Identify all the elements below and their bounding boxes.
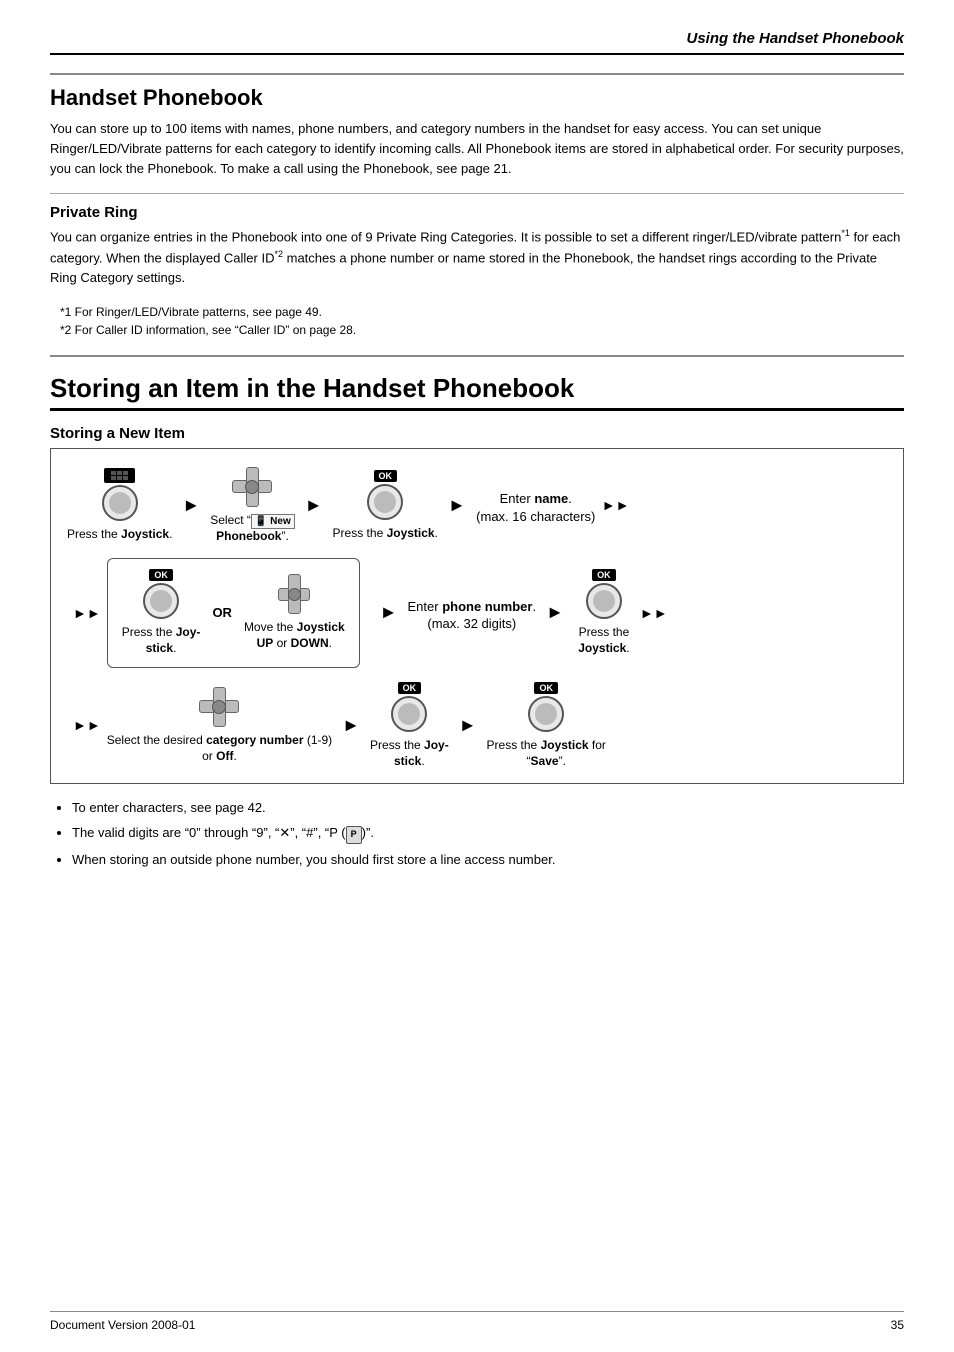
diag-cell-or2: Move the JoystickUP or DOWN.	[244, 574, 345, 651]
footnotes: *1 For Ringer/LED/Vibrate patterns, see …	[60, 303, 904, 339]
diag-cell-step4: Enter name.(max. 16 characters)	[476, 485, 596, 525]
ok-btn-icon-3: OK	[367, 470, 403, 520]
sup2: *2	[274, 249, 283, 259]
ok-label-or1: OK	[149, 569, 173, 581]
header-title: Using the Handset Phonebook	[686, 30, 904, 47]
joystick-inner-joy2	[398, 703, 420, 725]
joystick-btn-or1	[143, 583, 179, 619]
diag-cell-step1: Press the Joystick.	[67, 468, 172, 542]
page-footer: Document Version 2008-01 35	[50, 1311, 904, 1332]
joy2-label: Press the Joy-stick.	[370, 737, 449, 769]
screen-icon-label-1	[104, 468, 135, 483]
joystick-nav-icon-cat	[199, 687, 239, 727]
diag-row-1: Press the Joystick. ► Select “📱 NewPhone…	[67, 467, 887, 545]
diag-cell-save: OK Press the Joystick for“Save”.	[487, 682, 606, 769]
diag-cell-joy2: OK Press the Joy-stick.	[370, 682, 449, 769]
joystick-nav-icon-2	[232, 467, 272, 507]
footnote-1: *1 For Ringer/LED/Vibrate patterns, see …	[60, 303, 904, 321]
joystick-updown-icon	[274, 574, 314, 614]
joystick-btn-joy2	[391, 696, 427, 732]
handset-phonebook-body: You can store up to 100 items with names…	[50, 119, 904, 179]
or-bracket-box: OK Press the Joy-stick. OR Mov	[107, 558, 360, 667]
bullet-3: When storing an outside phone number, yo…	[72, 850, 904, 870]
divider-main	[50, 355, 904, 357]
page: Using the Handset Phonebook Handset Phon…	[0, 0, 954, 1352]
ok-phone-label: Press theJoystick.	[578, 624, 629, 656]
arrow-1: ►	[182, 495, 200, 516]
diag-row-3: ►► Select the desired category number (1…	[67, 682, 887, 769]
sup1: *1	[841, 228, 850, 238]
double-arrow-2: ►►	[73, 605, 101, 621]
double-arrow-1: ►►	[602, 497, 630, 513]
big-section-divider	[50, 408, 904, 411]
ok-label-joy2: OK	[398, 682, 422, 694]
or2-label: Move the JoystickUP or DOWN.	[244, 619, 345, 651]
step2-label: Select “📱 NewPhonebook”.	[210, 512, 294, 545]
p-btn-icon: P	[346, 826, 362, 844]
handset-phonebook-title: Handset Phonebook	[50, 85, 904, 111]
storing-section-title: Storing an Item in the Handset Phonebook	[50, 373, 904, 404]
ok-btn-icon-or1: OK	[143, 569, 179, 619]
step3-label: Press the Joystick.	[333, 525, 438, 541]
joystick-btn-save	[528, 696, 564, 732]
divider-light-1	[50, 193, 904, 194]
private-ring-title: Private Ring	[50, 204, 904, 221]
arrow-4: ►	[380, 602, 398, 623]
double-arrow-3: ►►	[640, 605, 668, 621]
bullet-2: The valid digits are “0” through “9”, “✕…	[72, 823, 904, 844]
diagram-box: Press the Joystick. ► Select “📱 NewPhone…	[50, 448, 904, 784]
ok-btn-icon-joy2: OK	[391, 682, 427, 732]
screen-btn-icon-1	[102, 468, 138, 521]
arrow-7: ►	[459, 715, 477, 736]
arrow-5: ►	[546, 602, 564, 623]
diag-cell-ok-phone: OK Press theJoystick.	[574, 569, 634, 656]
diag-cell-or1: OK Press the Joy-stick.	[122, 569, 201, 656]
step4-label: Enter name.(max. 16 characters)	[476, 490, 595, 525]
joystick-inner-save	[535, 703, 557, 725]
ok-btn-icon-save: OK	[528, 682, 564, 732]
diag-row-2-wrapper: ►► OK Press the Joy-stick. OR	[67, 558, 887, 667]
diag-cell-phone: Enter phone number.(max. 32 digits)	[408, 593, 537, 633]
or-text: OR	[212, 605, 232, 620]
diag-cell-step2: Select “📱 NewPhonebook”.	[210, 467, 294, 545]
joystick-btn-3	[367, 484, 403, 520]
joystick-inner-phone	[593, 590, 615, 612]
cat-label: Select the desired category number (1-9)…	[107, 732, 332, 764]
footer-version: Document Version 2008-01	[50, 1318, 195, 1332]
diag-cell-cat: Select the desired category number (1-9)…	[107, 687, 332, 764]
private-ring-body1: You can organize entries in the Phoneboo…	[50, 230, 841, 245]
step1-label: Press the Joystick.	[67, 526, 172, 542]
ok-label-phone: OK	[592, 569, 616, 581]
ok-label-save: OK	[534, 682, 558, 694]
storing-subtitle: Storing a New Item	[50, 425, 904, 442]
joystick-btn-phone	[586, 583, 622, 619]
screen-grid-1	[109, 469, 130, 482]
joystick-inner-or1	[150, 590, 172, 612]
ok-label-3: OK	[374, 470, 398, 482]
or1-label: Press the Joy-stick.	[122, 624, 201, 656]
private-ring-body: You can organize entries in the Phoneboo…	[50, 227, 904, 288]
footnote-2: *2 For Caller ID information, see “Calle…	[60, 321, 904, 339]
double-arrow-4: ►►	[73, 717, 101, 733]
joystick-btn-1	[102, 485, 138, 521]
arrow-2: ►	[305, 495, 323, 516]
section-divider-top	[50, 73, 904, 75]
diag-cell-step3: OK Press the Joystick.	[333, 470, 438, 541]
joystick-inner-3	[374, 491, 396, 513]
arrow-3: ►	[448, 495, 466, 516]
phone-label: Enter phone number.(max. 32 digits)	[408, 598, 537, 633]
bullet-1: To enter characters, see page 42.	[72, 798, 904, 818]
arrow-6: ►	[342, 715, 360, 736]
bullet-list: To enter characters, see page 42. The va…	[72, 798, 904, 870]
save-label: Press the Joystick for“Save”.	[487, 737, 606, 769]
page-header: Using the Handset Phonebook	[50, 30, 904, 55]
ok-btn-icon-phone: OK	[586, 569, 622, 619]
footer-page: 35	[891, 1318, 904, 1332]
joystick-inner-1	[109, 492, 131, 514]
